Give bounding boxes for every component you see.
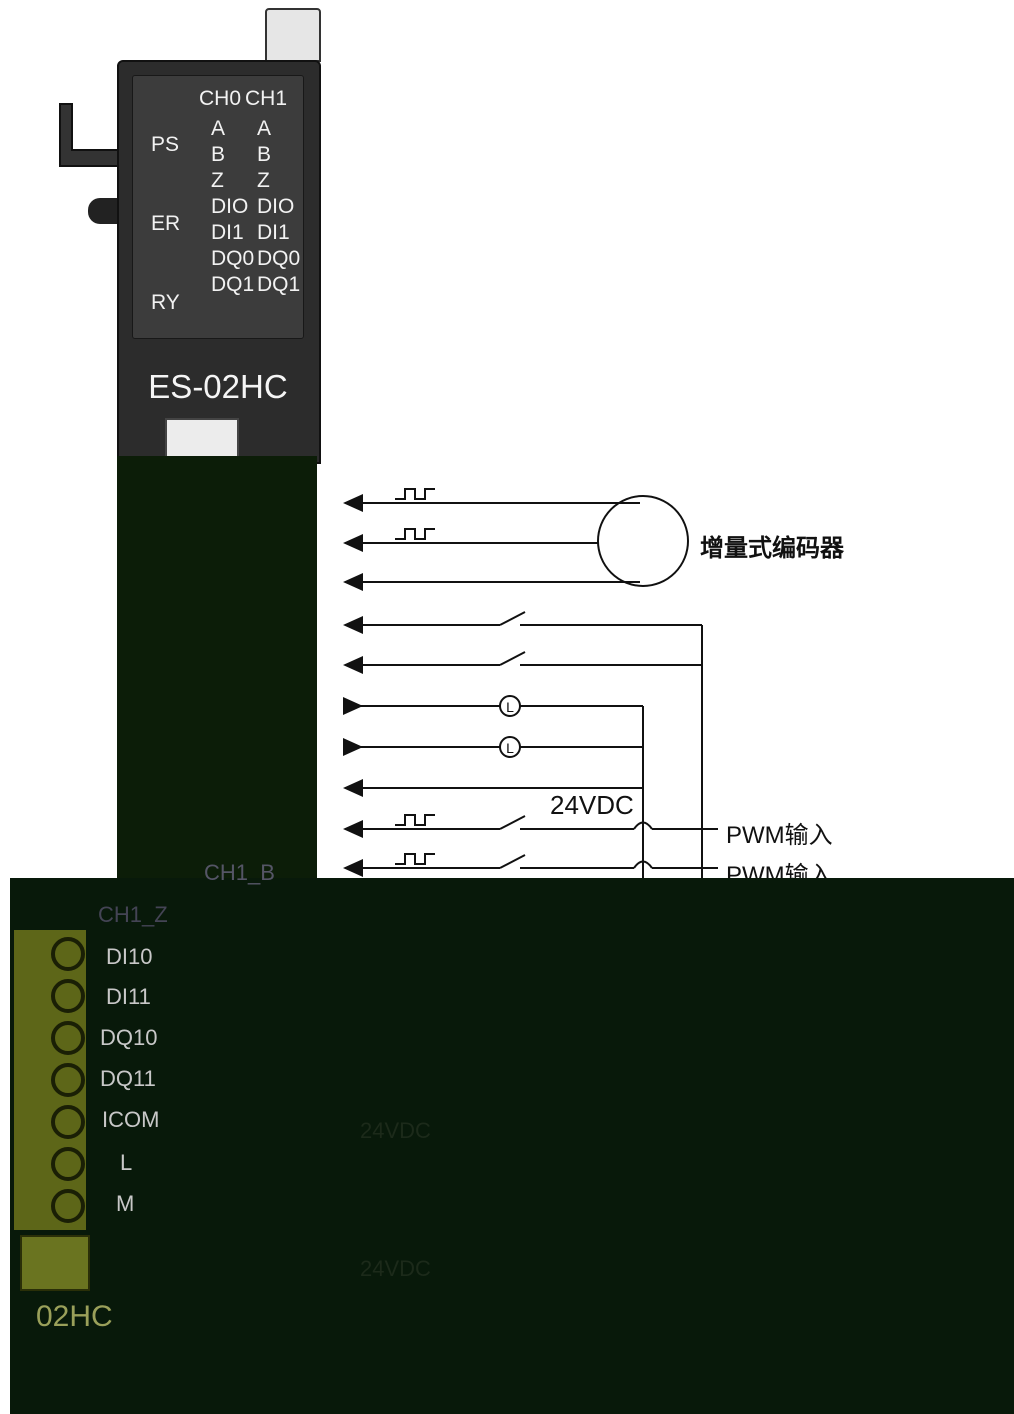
terminal-label-di10: DI10 [106,944,153,969]
dark-overlay [10,878,1014,1414]
faded-supply-label: 24VDC [360,1256,431,1281]
terminal-label-m: M [116,1191,135,1216]
terminal-label-icom: ICOM [102,1107,160,1132]
terminal-label-dq11: DQ11 [100,1066,156,1091]
screw-icon[interactable] [20,1235,90,1291]
pwm-input-label: PWM输入 [726,822,833,849]
load-symbol-label: L [506,699,514,715]
terminal-label-dq10: DQ10 [100,1025,158,1050]
terminal-label-ch1-z: CH1_Z [98,902,168,927]
terminal-label-di11: DI11 [106,984,151,1009]
supply-voltage-label: 24VDC [550,790,634,820]
terminal-label-l: L [120,1150,133,1175]
encoder-label: 增量式编码器 [700,535,844,562]
faded-supply-label: 24VDC [360,1118,431,1143]
terminal-screws [51,937,85,1223]
load-symbol-label: L [506,740,514,756]
terminal-label-ch1-b: CH1_B [204,860,275,885]
bottom-model-label: 02HC [36,1300,113,1333]
